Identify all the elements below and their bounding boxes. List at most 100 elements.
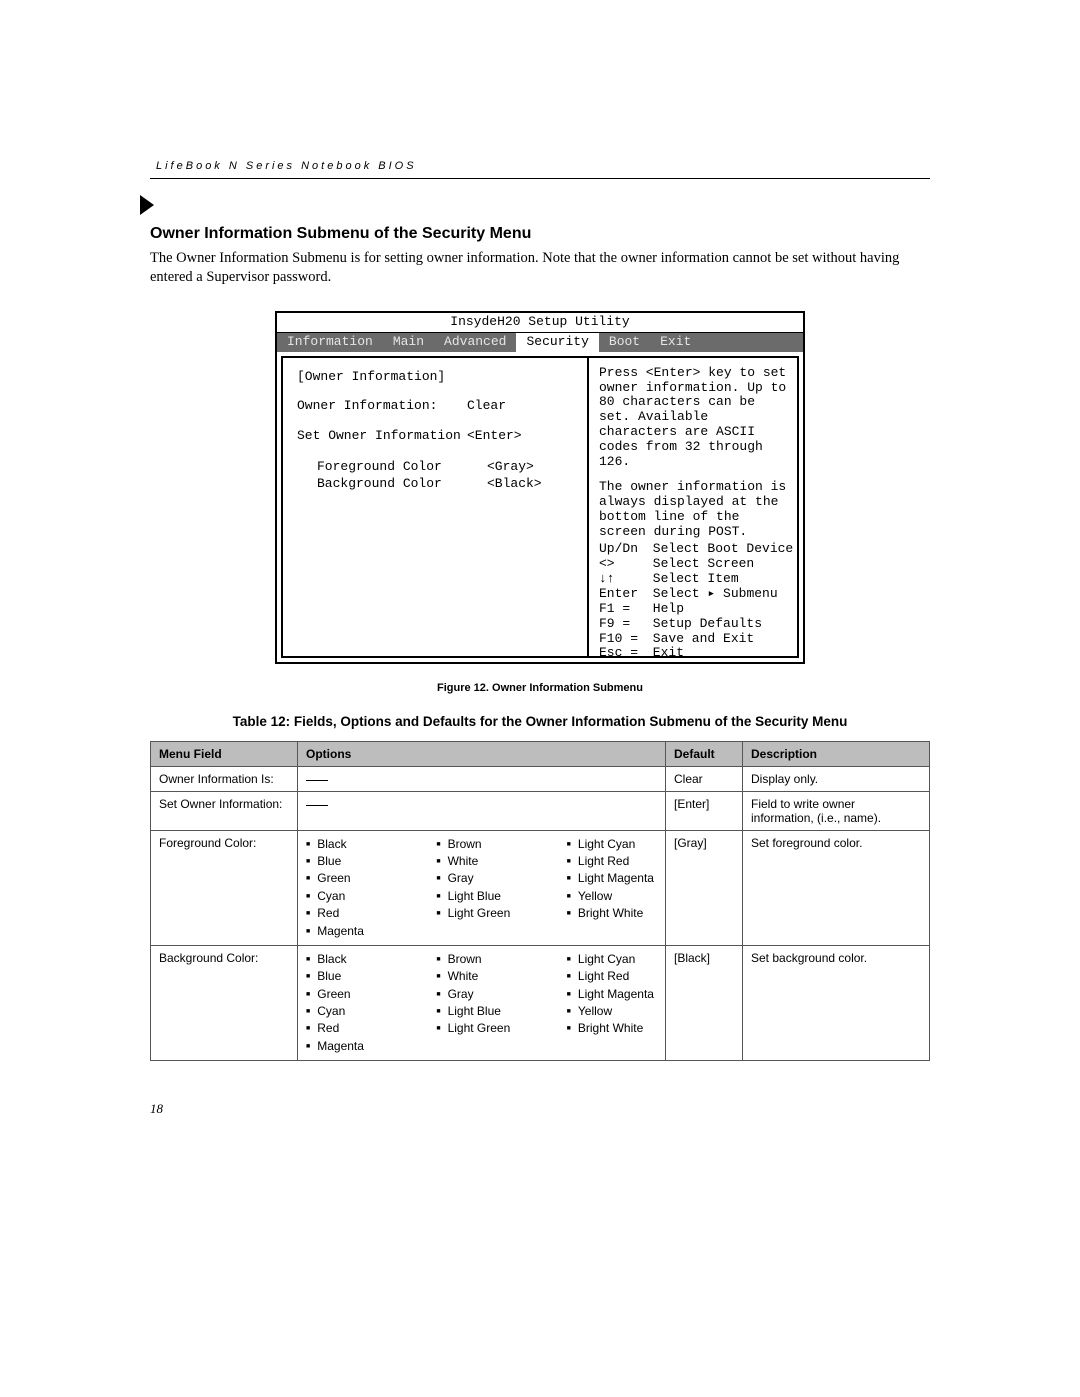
option-item: Light Magenta bbox=[567, 986, 657, 1003]
option-item: Light Cyan bbox=[567, 951, 657, 968]
table-row: Owner Information Is: ClearDisplay only. bbox=[151, 766, 930, 791]
option-item: Yellow bbox=[567, 1003, 657, 1020]
option-item: White bbox=[436, 968, 526, 985]
bios-tab-exit: Exit bbox=[650, 333, 701, 352]
section-title: Owner Information Submenu of the Securit… bbox=[150, 225, 930, 243]
fields-table: Menu FieldOptionsDefaultDescription Owne… bbox=[150, 741, 930, 1062]
bios-help-line: F1 = Help bbox=[599, 602, 789, 617]
bios-tab-boot: Boot bbox=[599, 333, 650, 352]
bios-submenu-header: [Owner Information] bbox=[297, 370, 579, 385]
option-item: Cyan bbox=[306, 1003, 396, 1020]
bios-field-label: Owner Information: bbox=[297, 399, 467, 414]
bios-field-value: Clear bbox=[467, 399, 506, 414]
bios-field-value: <Enter> bbox=[467, 429, 522, 444]
option-item: Red bbox=[306, 1020, 396, 1037]
margin-pointer-icon bbox=[140, 195, 154, 215]
option-item: Light Blue bbox=[436, 888, 526, 905]
table-header: Options bbox=[298, 741, 666, 766]
table-title: Table 12: Fields, Options and Defaults f… bbox=[150, 714, 930, 729]
table-row: Foreground Color:BlackBlueGreenCyanRedMa… bbox=[151, 830, 930, 945]
option-item: Brown bbox=[436, 836, 526, 853]
option-item: Black bbox=[306, 836, 396, 853]
bios-tab-security: Security bbox=[516, 333, 598, 352]
cell-options bbox=[298, 791, 666, 830]
bios-field-row: Owner Information:Clear bbox=[297, 399, 579, 414]
cell-field: Owner Information Is: bbox=[151, 766, 298, 791]
cell-options bbox=[298, 766, 666, 791]
table-row: Set Owner Information: [Enter]Field to wr… bbox=[151, 791, 930, 830]
cell-default: Clear bbox=[666, 766, 743, 791]
cell-field: Background Color: bbox=[151, 945, 298, 1060]
bios-key-help: Up/Dn Select Boot Device<> Select Screen… bbox=[599, 542, 789, 662]
bios-tab-main: Main bbox=[383, 333, 434, 352]
option-item: Magenta bbox=[306, 923, 396, 940]
bios-help-line: Up/Dn Select Boot Device bbox=[599, 542, 789, 557]
running-header: LifeBook N Series Notebook BIOS bbox=[150, 160, 930, 179]
bios-help-line: <> Select Screen bbox=[599, 557, 789, 572]
option-item: Magenta bbox=[306, 1038, 396, 1055]
table-row: Background Color:BlackBlueGreenCyanRedMa… bbox=[151, 945, 930, 1060]
figure-caption: Figure 12. Owner Information Submenu bbox=[150, 682, 930, 694]
cell-default: [Enter] bbox=[666, 791, 743, 830]
bios-help-pane: Press <Enter> key to set owner informati… bbox=[587, 356, 799, 658]
table-header: Default bbox=[666, 741, 743, 766]
cell-options: BlackBlueGreenCyanRedMagenta BrownWhiteGr… bbox=[298, 945, 666, 1060]
option-item: Blue bbox=[306, 853, 396, 870]
document-page: LifeBook N Series Notebook BIOS Owner In… bbox=[0, 0, 1080, 1397]
option-item: White bbox=[436, 853, 526, 870]
bios-title: InsydeH20 Setup Utility bbox=[277, 313, 803, 333]
bios-tab-bar: InformationMainAdvancedSecurityBootExit bbox=[277, 333, 803, 352]
option-item: Brown bbox=[436, 951, 526, 968]
option-item: Light Cyan bbox=[567, 836, 657, 853]
bios-tab-advanced: Advanced bbox=[434, 333, 516, 352]
option-item: Gray bbox=[436, 870, 526, 887]
option-item: Light Magenta bbox=[567, 870, 657, 887]
cell-default: [Gray] bbox=[666, 830, 743, 945]
table-header: Description bbox=[743, 741, 930, 766]
bios-screenshot: InsydeH20 Setup Utility InformationMainA… bbox=[275, 311, 805, 664]
bios-field-row: Set Owner Information<Enter> bbox=[297, 429, 579, 444]
option-item: Light Blue bbox=[436, 1003, 526, 1020]
option-item: Green bbox=[306, 870, 396, 887]
bios-field-row: Foreground Color<Gray> bbox=[297, 460, 579, 475]
option-item: Bright White bbox=[567, 1020, 657, 1037]
bios-tab-information: Information bbox=[277, 333, 383, 352]
option-item: Black bbox=[306, 951, 396, 968]
option-item: Gray bbox=[436, 986, 526, 1003]
bios-field-value: <Black> bbox=[487, 477, 542, 492]
bios-field-value: <Gray> bbox=[487, 460, 534, 475]
cell-options: BlackBlueGreenCyanRedMagenta BrownWhiteGr… bbox=[298, 830, 666, 945]
table-header: Menu Field bbox=[151, 741, 298, 766]
bios-help-line: Esc = Exit bbox=[599, 646, 789, 661]
cell-field: Set Owner Information: bbox=[151, 791, 298, 830]
bios-field-label: Background Color bbox=[317, 477, 487, 492]
cell-description: Field to write owner information, (i.e.,… bbox=[743, 791, 930, 830]
option-item: Yellow bbox=[567, 888, 657, 905]
option-item: Cyan bbox=[306, 888, 396, 905]
cell-field: Foreground Color: bbox=[151, 830, 298, 945]
bios-help-line: F9 = Setup Defaults bbox=[599, 617, 789, 632]
section-intro: The Owner Information Submenu is for set… bbox=[150, 249, 930, 287]
option-item: Light Red bbox=[567, 968, 657, 985]
option-item: Light Red bbox=[567, 853, 657, 870]
bios-help-line: Enter Select ▸ Submenu bbox=[599, 587, 789, 602]
bios-help-line: ↓↑ Select Item bbox=[599, 572, 789, 587]
option-item: Light Green bbox=[436, 1020, 526, 1037]
cell-description: Set foreground color. bbox=[743, 830, 930, 945]
bios-left-pane: [Owner Information] Owner Information:Cl… bbox=[281, 356, 587, 658]
bios-field-label: Foreground Color bbox=[317, 460, 487, 475]
cell-description: Display only. bbox=[743, 766, 930, 791]
option-item: Red bbox=[306, 905, 396, 922]
bios-field-label: Set Owner Information bbox=[297, 429, 467, 444]
option-item: Light Green bbox=[436, 905, 526, 922]
option-item: Bright White bbox=[567, 905, 657, 922]
bios-help-para1: Press <Enter> key to set owner informati… bbox=[599, 366, 789, 471]
page-number: 18 bbox=[150, 1101, 930, 1117]
cell-description: Set background color. bbox=[743, 945, 930, 1060]
bios-field-row: Background Color<Black> bbox=[297, 477, 579, 492]
cell-default: [Black] bbox=[666, 945, 743, 1060]
bios-help-para2: The owner information is always displaye… bbox=[599, 480, 789, 540]
option-item: Blue bbox=[306, 968, 396, 985]
bios-help-line: F10 = Save and Exit bbox=[599, 632, 789, 647]
option-item: Green bbox=[306, 986, 396, 1003]
